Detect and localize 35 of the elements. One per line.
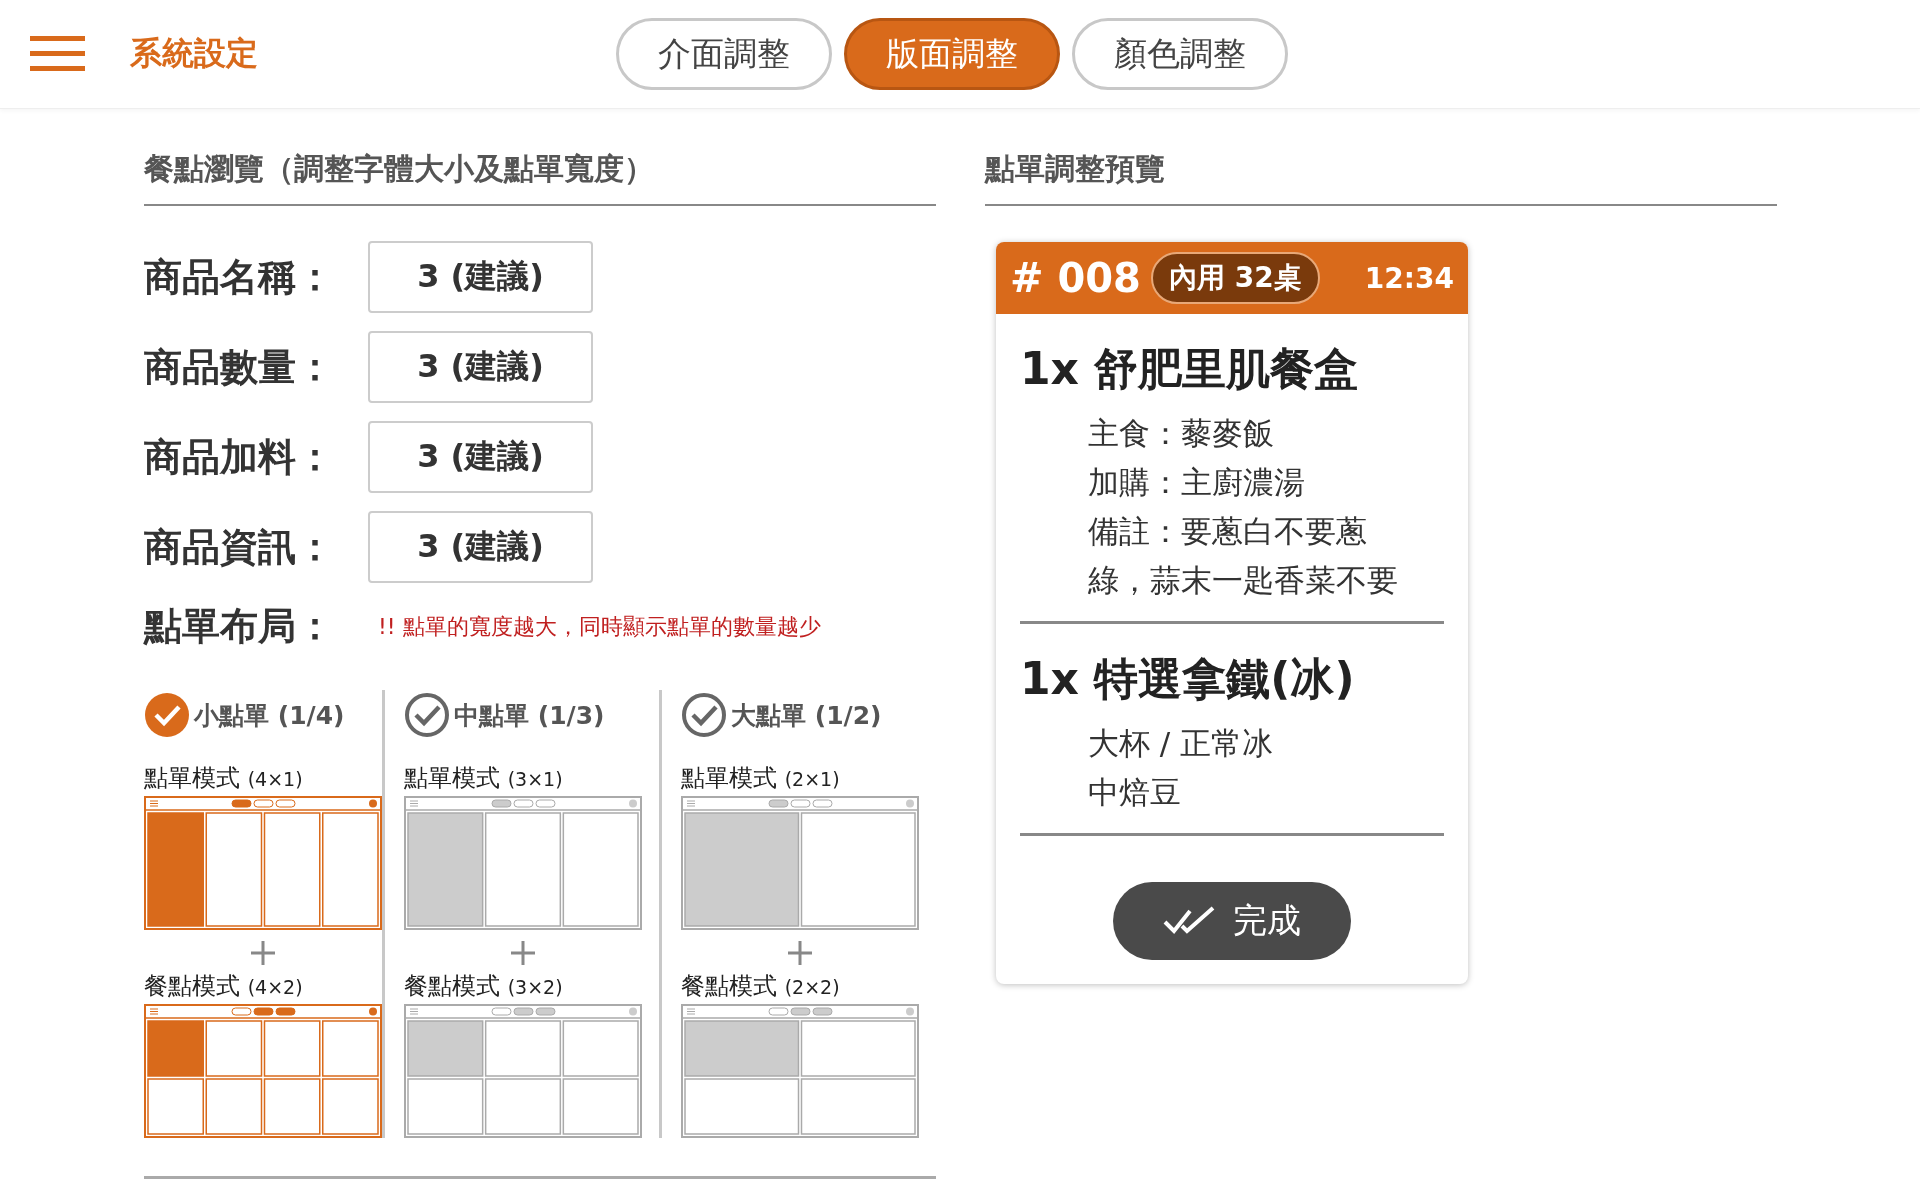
item-detail: 主食：藜麥飯 (1087, 414, 1275, 453)
mode-label: 點單模式 (4×1) (144, 763, 303, 794)
order-time: 12:34 (1364, 261, 1454, 295)
section-heading: 點單調整預覽 (985, 149, 1777, 206)
item-detail: 大杯 / 正常冰 (1087, 724, 1275, 763)
item-detail: 中焙豆 (1087, 773, 1182, 812)
font-size-field[interactable]: 3 (建議) (368, 241, 593, 313)
option-label[interactable]: 小點單 (1/4) (194, 698, 345, 732)
tab[interactable]: 顏色調整 (1072, 18, 1288, 90)
item-detail: 加購：主廚濃湯 (1087, 463, 1306, 502)
field-label: 商品資訊： (144, 523, 335, 571)
item-title: 1x 舒肥里肌餐盒 (1020, 342, 1360, 396)
mode-label: 餐點模式 (4×2) (144, 971, 303, 1002)
field-label: 商品名稱： (144, 253, 335, 301)
item-detail: 備註：要蔥白不要蔥綠，蒜末一匙香菜不要 (1087, 512, 1399, 600)
section-heading: 餐點瀏覽（調整字體大小及點單寬度） (144, 149, 936, 206)
item-title: 1x 特選拿鐵(冰) (1020, 652, 1356, 706)
option-label[interactable]: 大點單 (1/2) (731, 698, 882, 732)
order-number: # 008 (1010, 255, 1141, 301)
warning-note: !! 點單的寬度越大，同時顯示點單的數量越少 (378, 612, 821, 641)
font-size-field[interactable]: 3 (建議) (368, 421, 593, 493)
mode-label: 點單模式 (3×1) (404, 763, 563, 794)
mode-label: 點單模式 (2×1) (681, 763, 840, 794)
font-size-field[interactable]: 3 (建議) (368, 511, 593, 583)
field-label: 商品數量： (144, 343, 335, 391)
done-button[interactable]: 完成 (1113, 882, 1351, 960)
table-badge: 內用 32桌 (1150, 252, 1320, 304)
mode-label: 餐點模式 (2×2) (681, 971, 840, 1002)
page-title: 系統設定 (130, 33, 258, 74)
field-label: 商品加料： (144, 433, 335, 481)
font-size-field[interactable]: 3 (建議) (368, 331, 593, 403)
option-label[interactable]: 中點單 (1/3) (454, 698, 605, 732)
mode-label: 餐點模式 (3×2) (404, 971, 563, 1002)
tab[interactable]: 介面調整 (616, 18, 832, 90)
field-label: 點單布局： (144, 603, 335, 650)
